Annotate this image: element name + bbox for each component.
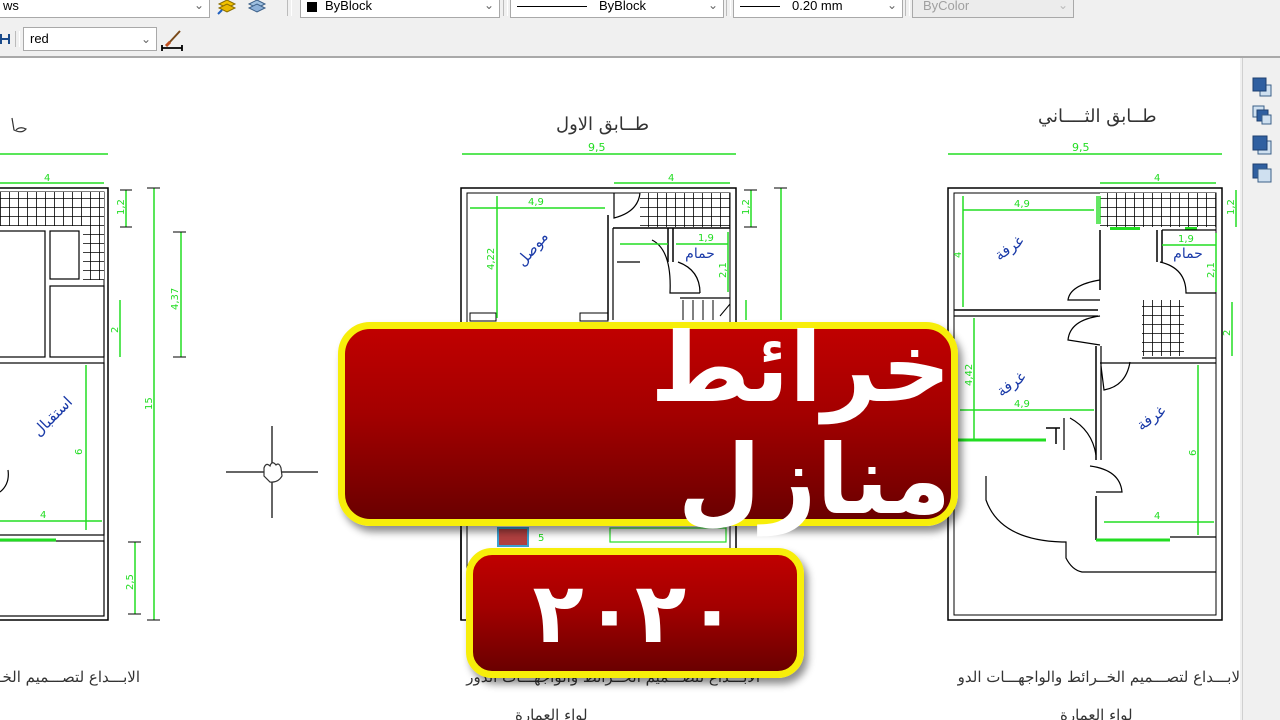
dim-label: 2,1 xyxy=(718,262,729,278)
dim-label: 15 xyxy=(144,397,155,410)
dim-label: 4 xyxy=(1154,511,1160,522)
dim-label: 1,9 xyxy=(1178,234,1194,245)
room-label: غرفة xyxy=(993,367,1029,400)
plan-title-first-floor: طــابق الاول xyxy=(556,114,650,135)
chevron-down-icon: ⌄ xyxy=(707,0,718,12)
chevron-down-icon: ⌄ xyxy=(886,0,897,12)
hand-icon xyxy=(263,462,283,483)
year-text: ٢٠٢٠ xyxy=(532,564,738,662)
layer-combo-value: ws xyxy=(3,0,19,13)
toolbar-separator xyxy=(15,31,20,47)
toolbar-separator xyxy=(905,0,910,16)
color-swatch xyxy=(307,1,317,12)
lineweight-combo[interactable]: 0.20 mm ⌄ xyxy=(733,0,903,18)
chevron-down-icon: ⌄ xyxy=(1057,0,1068,12)
room-label: حمام xyxy=(685,246,715,262)
headline-banner: خرائط منازل xyxy=(338,312,958,536)
dim-label: 2 xyxy=(1222,330,1233,336)
tiled-area xyxy=(0,192,104,226)
chevron-down-icon: ⌄ xyxy=(193,0,204,12)
plotstyle-combo: ByColor ⌄ xyxy=(912,0,1074,18)
dim-label: 4,42 xyxy=(964,364,975,386)
stairs xyxy=(1142,300,1184,356)
dim-label: 1,2 xyxy=(1226,199,1237,215)
dim-label: 4 xyxy=(40,510,46,521)
linetype-preview xyxy=(517,6,587,8)
dimension-style-icon[interactable] xyxy=(160,28,186,52)
bring-above-icon[interactable] xyxy=(1251,134,1273,156)
dim-label: 4,9 xyxy=(528,197,544,208)
dim-label: 4 xyxy=(44,173,50,184)
dim-label: 4 xyxy=(1154,173,1160,184)
dimension-toolbar: red ⌄ xyxy=(0,18,1280,58)
room-label: غرفة xyxy=(991,231,1027,264)
color-combo-value: ByBlock xyxy=(325,0,372,13)
second-floor-plan: 9,5 4 4,9 4 1,9 2,1 1,2 2 4,42 4,9 6 4 غ… xyxy=(947,141,1237,621)
headline-text: خرائط منازل xyxy=(650,312,951,536)
lineweight-combo-value: 0.20 mm xyxy=(792,0,843,13)
layer-states-icon[interactable] xyxy=(216,0,238,15)
tiled-area xyxy=(83,226,104,280)
plan-footer-line2: لواء العمارة xyxy=(515,706,588,720)
tiled-area xyxy=(1100,193,1216,227)
dim-label: 6 xyxy=(1188,450,1199,456)
dimstyle-combo-value: red xyxy=(30,31,49,46)
color-combo[interactable]: ByBlock ⌄ xyxy=(300,0,500,18)
dim-label: 4,9 xyxy=(1014,399,1030,410)
dim-update-icon[interactable] xyxy=(0,30,12,48)
plan-title-second-floor: طــابق الثــــاني xyxy=(1038,106,1157,127)
tiled-area xyxy=(640,193,730,227)
dim-label: 1,9 xyxy=(698,233,714,244)
plan-footer-line2: لواء العمارة xyxy=(1060,706,1133,720)
dim-label: 4,22 xyxy=(486,248,497,270)
chevron-down-icon: ⌄ xyxy=(140,32,151,46)
dim-label: 4,37 xyxy=(170,288,181,310)
dim-label: 6 xyxy=(74,449,85,455)
layer-previous-icon[interactable] xyxy=(246,0,268,14)
send-to-back-icon[interactable] xyxy=(1251,104,1273,126)
dim-label: 2,1 xyxy=(1206,262,1217,278)
room-label: غرفة xyxy=(1133,401,1169,434)
dim-label: 9,5 xyxy=(1072,141,1090,154)
room-label: موصل xyxy=(512,228,551,270)
linetype-combo[interactable]: ByBlock ⌄ xyxy=(510,0,724,18)
linetype-combo-value: ByBlock xyxy=(599,0,646,13)
dim-label: 4 xyxy=(668,173,674,184)
dim-label: 9,5 xyxy=(588,141,606,154)
toolbar-separator xyxy=(287,0,292,16)
ground-floor-plan: 4 6 4 1,2 2 15 4,37 2,5 استقبال xyxy=(0,117,186,621)
room-label: حمام xyxy=(1173,246,1203,262)
send-under-icon[interactable] xyxy=(1251,162,1273,184)
plan1-title-fragment xyxy=(11,117,27,133)
dim-label: 1,2 xyxy=(741,199,752,215)
dim-label: 4 xyxy=(953,252,964,258)
properties-toolbar: ws ⌄ ByBlock ⌄ ByBlock ⌄ 0.20 mm ⌄ ByCol… xyxy=(0,0,1280,18)
dim-label: 1,2 xyxy=(116,199,127,215)
plan-footer-second: لابـــداع لتصـــميم الخــرائط والواجهـــ… xyxy=(957,668,1240,686)
lineweight-preview xyxy=(740,6,780,8)
dim-label: 4,9 xyxy=(1014,199,1030,210)
plan-footer-ground: الابـــداع لتصـــميم الخــرائط والواجهــ… xyxy=(0,668,140,686)
dim-label: 2 xyxy=(110,327,121,333)
toolbar-separator xyxy=(726,0,731,16)
layer-combo[interactable]: ws ⌄ xyxy=(0,0,210,18)
chevron-down-icon: ⌄ xyxy=(483,0,494,12)
year-banner: ٢٠٢٠ xyxy=(466,548,804,678)
toolbar-separator xyxy=(503,0,508,16)
draw-order-toolbar xyxy=(1242,58,1280,720)
dim-label: 2,5 xyxy=(125,574,136,590)
plotstyle-combo-value: ByColor xyxy=(923,0,970,13)
room-label: استقبال xyxy=(29,393,76,440)
pan-cursor xyxy=(226,426,318,518)
bring-to-front-icon[interactable] xyxy=(1251,76,1273,98)
dimstyle-combo[interactable]: red ⌄ xyxy=(23,27,157,51)
